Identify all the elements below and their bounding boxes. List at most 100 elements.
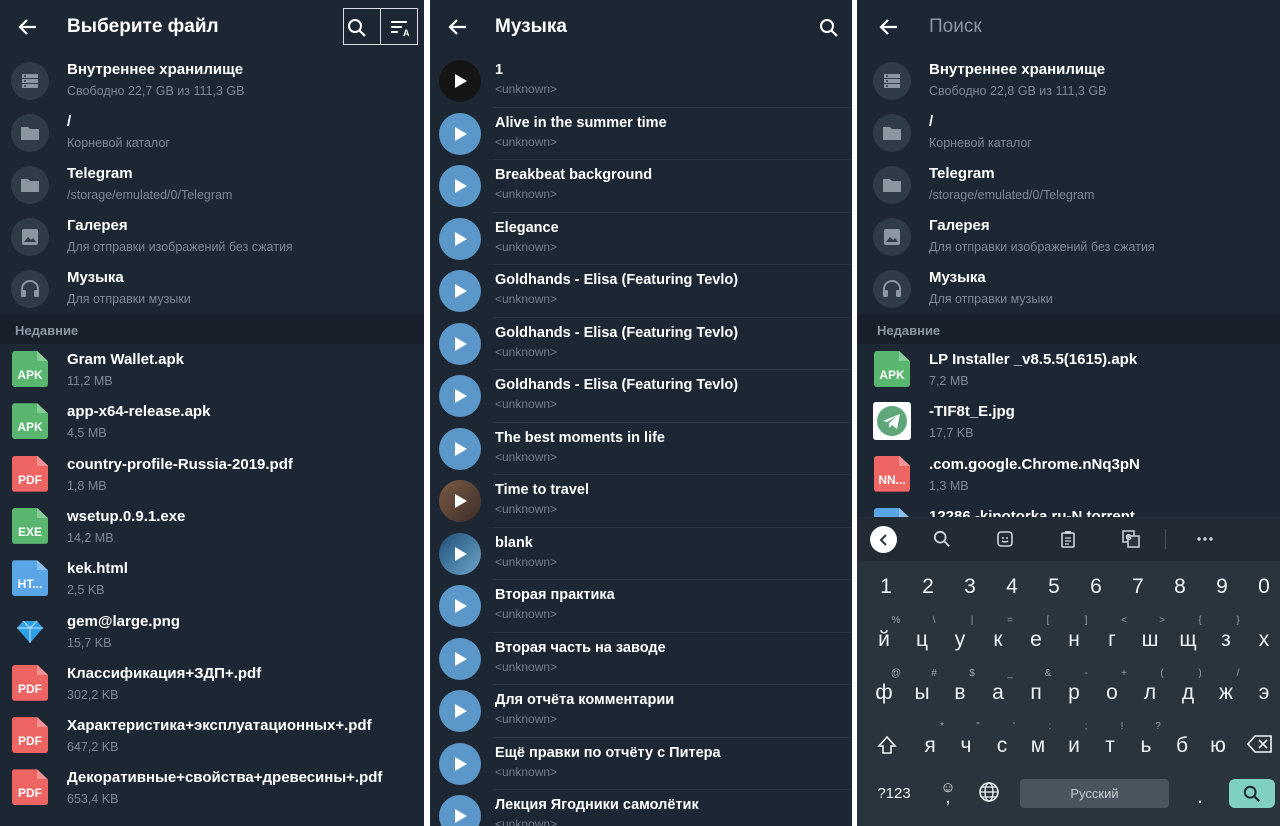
more-icon[interactable] [1192,526,1218,552]
play-icon[interactable] [439,690,481,732]
key-п[interactable]: п [1018,681,1054,705]
play-icon[interactable] [439,585,481,627]
play-icon[interactable] [439,742,481,785]
key-б[interactable]: б [1164,734,1200,758]
recent-file-item[interactable]: NN... .com.google.Chrome.nNq3pN 1,3 MB [857,450,1280,502]
key-7[interactable]: 7 [1120,575,1156,599]
chevron-left-icon[interactable] [870,526,897,553]
key-ю[interactable]: ю [1200,734,1236,758]
track-item[interactable]: Elegance <unknown> [430,213,852,265]
track-item[interactable]: Goldhands - Elisa (Featuring Tevlo) <unkn… [430,318,852,370]
search-icon[interactable] [816,15,842,41]
sticker-icon[interactable] [992,526,1018,552]
key-9[interactable]: 9 [1204,575,1240,599]
storage-item[interactable]: / Корневой каталог [857,107,1280,159]
symbols-key[interactable]: ?123 [872,785,916,802]
storage-item[interactable]: Внутреннее хранилище Свободно 22,7 GB из … [0,55,424,107]
key-6[interactable]: 6 [1078,575,1114,599]
storage-item[interactable]: Telegram/storage/emulated/0/Telegram [857,159,1280,211]
key-я[interactable]: я [912,734,948,758]
search-input[interactable]: Поиск [929,16,982,38]
storage-item[interactable]: Галерея Для отправки изображений без сжат… [857,211,1280,263]
key-и[interactable]: и [1056,734,1092,758]
key-5[interactable]: 5 [1036,575,1072,599]
key-з[interactable]: з [1208,628,1244,652]
space-bar[interactable]: Русский [1020,779,1169,808]
key-ж[interactable]: ж [1208,681,1244,705]
key-8[interactable]: 8 [1162,575,1198,599]
play-icon[interactable] [439,112,481,155]
play-icon[interactable] [439,532,481,575]
back-arrow-icon[interactable] [446,15,470,39]
key-т[interactable]: т [1092,734,1128,758]
key-3[interactable]: 3 [952,575,988,599]
play-icon[interactable] [439,60,481,102]
recent-file-item[interactable]: EXE wsetup.0.9.1.exe 14,2 MB [0,502,424,554]
track-item[interactable]: Goldhands - Elisa (Featuring Tevlo) <unkn… [430,265,852,318]
storage-item[interactable]: Telegram/storage/emulated/0/Telegram [0,159,424,211]
play-icon[interactable] [439,427,481,470]
play-icon[interactable] [439,217,481,260]
key-4[interactable]: 4 [994,575,1030,599]
storage-item[interactable]: Внутреннее хранилище Свободно 22,8 GB из … [857,55,1280,107]
recent-file-item[interactable]: APK Gram Wallet.apk 11,2 MB [0,345,424,397]
key-х[interactable]: х [1246,628,1280,652]
track-item[interactable]: Ещё правки по отчёту с Питера <unknown> [430,738,852,790]
key-2[interactable]: 2 [910,575,946,599]
key-ц[interactable]: ц [904,628,940,652]
key-р[interactable]: р [1056,681,1092,705]
track-item[interactable]: Вторая часть на заводе <unknown> [430,633,852,685]
key-ч[interactable]: ч [948,734,984,758]
key-у[interactable]: у [942,628,978,652]
track-item[interactable]: Alive in the summer time <unknown> [430,108,852,160]
play-icon[interactable] [439,270,481,312]
backspace-key[interactable] [1242,734,1278,760]
storage-item[interactable]: Музыка Для отправки музыки [857,263,1280,315]
search-icon[interactable] [344,15,370,41]
key-в[interactable]: в [942,681,978,705]
key-0[interactable]: 0 [1246,575,1280,599]
track-item[interactable]: The best moments in life <unknown> [430,423,852,475]
key-э[interactable]: э [1246,681,1280,705]
back-arrow-icon[interactable] [877,15,901,39]
track-item[interactable]: 1 <unknown> [430,55,852,108]
play-icon[interactable] [439,322,481,365]
key-ы[interactable]: ы [904,681,940,705]
period-key[interactable]: . [1182,785,1218,809]
key-щ[interactable]: щ [1170,628,1206,652]
track-item[interactable]: Time to travel <unknown> [430,475,852,528]
track-item[interactable]: blank <unknown> [430,528,852,580]
key-а[interactable]: а [980,681,1016,705]
globe-icon[interactable] [971,781,1007,809]
shift-key[interactable] [869,734,905,762]
recent-file-item[interactable]: APK app-x64-release.apk 4,5 MB [0,397,424,449]
track-item[interactable]: Breakbeat background <unknown> [430,160,852,213]
storage-item[interactable]: / Корневой каталог [0,107,424,159]
key-н[interactable]: н [1056,628,1092,652]
track-item[interactable]: Вторая практика <unknown> [430,580,852,633]
play-icon[interactable] [439,637,481,680]
key-м[interactable]: м [1020,734,1056,758]
recent-file-item[interactable]: PDF Характеристика+эксплуатационных+.pdf 6… [0,711,424,763]
key-ф[interactable]: ф [866,681,902,705]
comma-key[interactable]: , [930,787,966,808]
search-icon[interactable] [929,526,955,552]
key-г[interactable]: г [1094,628,1130,652]
key-д[interactable]: д [1170,681,1206,705]
key-ш[interactable]: ш [1132,628,1168,652]
recent-file-item[interactable]: -TIF8t_E.jpg 17,7 KB [857,397,1280,449]
key-ь[interactable]: ь [1128,734,1164,758]
play-icon[interactable] [439,480,481,522]
recent-file-item[interactable]: PDF country-profile-Russia-2019.pdf 1,8 MB [0,450,424,502]
recent-file-item[interactable]: HT... kek.html 2,5 KB [0,554,424,606]
key-е[interactable]: е [1018,628,1054,652]
back-arrow-icon[interactable] [16,15,40,39]
translate-icon[interactable]: G [1118,526,1144,552]
track-item[interactable]: Лекция Ягодники самолётик <unknown> [430,790,852,826]
recent-file-item[interactable]: APK LP Installer _v8.5.5(1615).apk 7,2 MB [857,345,1280,397]
clipboard-icon[interactable] [1055,526,1081,552]
key-1[interactable]: 1 [868,575,904,599]
key-л[interactable]: л [1132,681,1168,705]
key-с[interactable]: с [984,734,1020,758]
track-item[interactable]: Для отчёта комментарии <unknown> [430,685,852,738]
